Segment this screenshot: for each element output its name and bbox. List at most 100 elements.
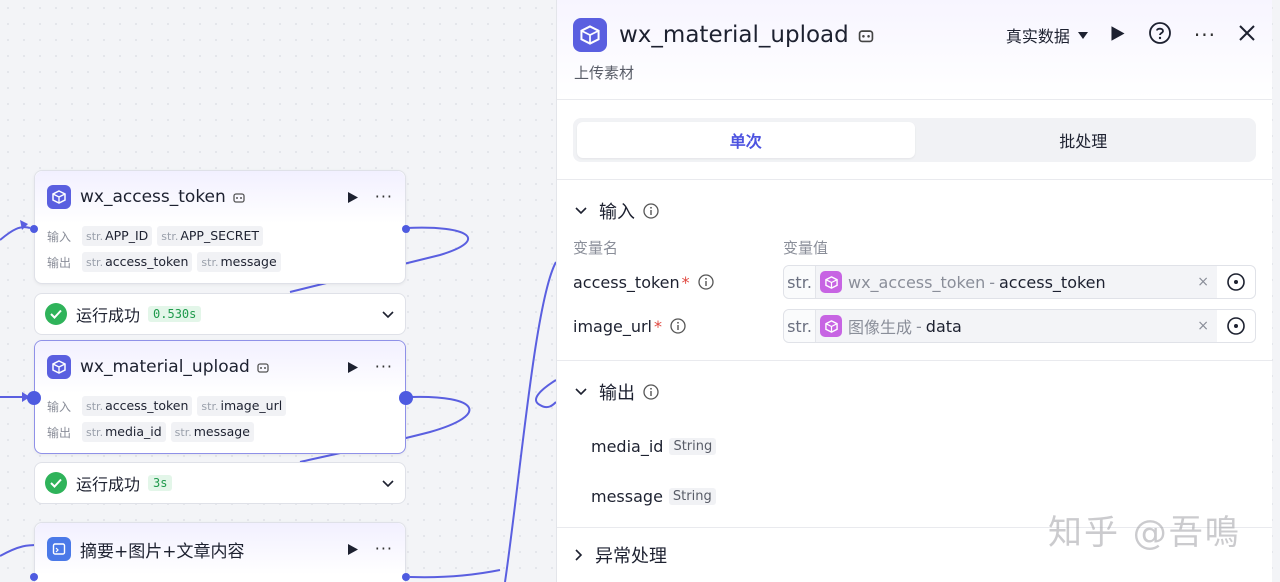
required-mark: * [654, 316, 662, 336]
robot-icon [858, 30, 874, 43]
output-chip: str. media_id [82, 422, 166, 442]
section-title: 异常处理 [595, 546, 667, 567]
node-header: wx_material_upload ··· [35, 341, 405, 393]
close-icon[interactable] [1238, 24, 1256, 46]
clear-reference-button[interactable]: × [1197, 274, 1209, 290]
data-mode-select[interactable]: 真实数据 [1006, 23, 1088, 47]
run-node-button[interactable] [347, 190, 361, 204]
output-section-header[interactable]: 输出 [557, 369, 1272, 415]
help-icon[interactable] [1148, 21, 1172, 49]
target-select-icon[interactable] [1217, 266, 1255, 298]
reference-key: data [925, 316, 962, 336]
duration-badge: 3s [148, 475, 173, 491]
node-config-panel: wx_material_upload 真实数据 ··· 上传素材 单次 批处理 … [556, 0, 1272, 582]
input-section-header[interactable]: 输入 [557, 188, 1272, 234]
variable-columns-header: 变量名 变量值 [557, 234, 1272, 260]
input-chip: str. access_token [82, 396, 193, 416]
column-value-label: 变量值 [783, 238, 829, 257]
chevron-down-icon[interactable] [575, 207, 587, 215]
output-label: 输出 [47, 425, 72, 440]
chevron-down-icon[interactable] [575, 388, 587, 396]
chevron-right-icon[interactable] [575, 549, 583, 561]
output-chip: str. message [197, 252, 281, 272]
input-chip: str. image_url [197, 396, 287, 416]
output-name: media_id [591, 436, 664, 456]
input-port[interactable] [30, 573, 38, 581]
input-label: 输入 [47, 399, 72, 414]
output-port[interactable] [399, 391, 413, 405]
output-port[interactable] [402, 573, 410, 581]
success-check-icon [45, 303, 67, 325]
watermark: 知乎 @吾鳴 [1048, 513, 1241, 553]
reference-separator: - [989, 272, 995, 292]
chevron-down-icon[interactable] [381, 307, 395, 321]
run-mode-tabs-wrap: 单次 批处理 [557, 100, 1272, 180]
target-select-icon[interactable] [1217, 310, 1255, 342]
reference-separator: - [916, 316, 922, 336]
output-chip: str. message [170, 422, 254, 442]
data-mode-label: 真实数据 [1005, 27, 1070, 46]
node-output-row: 输出 str. access_token str. message [35, 249, 405, 275]
panel-title: wx_material_upload [619, 22, 849, 48]
status-text: 运行成功 [76, 475, 141, 494]
node-title: 摘要+图片+文章内容 [80, 541, 245, 562]
status-text: 运行成功 [76, 306, 141, 325]
more-options-icon[interactable]: ··· [375, 541, 393, 557]
more-options-icon[interactable]: ··· [375, 359, 393, 375]
more-options-icon[interactable]: ··· [375, 189, 393, 205]
output-row-media-id: media_id String [557, 421, 1272, 471]
plugin-cube-icon [820, 271, 842, 293]
run-status-bar[interactable]: 运行成功 0.530s [34, 293, 406, 335]
plugin-cube-icon [47, 355, 71, 379]
type-selector[interactable]: str. [784, 266, 816, 298]
info-icon[interactable] [698, 274, 714, 290]
info-icon[interactable] [670, 318, 686, 334]
reference-key: access_token [999, 272, 1106, 292]
clear-reference-button[interactable]: × [1197, 318, 1209, 334]
chevron-down-icon[interactable] [381, 476, 395, 490]
info-icon[interactable] [643, 203, 659, 219]
robot-icon [257, 363, 269, 373]
variable-value-field[interactable]: str. 图像生成 - data × [783, 309, 1256, 343]
variable-row-access-token: access_token * str. wx_access_token - ac… [557, 260, 1272, 304]
node-input-row: 输入 str. APP_ID str. APP_SECRET [35, 223, 405, 249]
more-options-icon[interactable]: ··· [1194, 25, 1216, 45]
info-icon[interactable] [643, 384, 659, 400]
node-title: wx_material_upload [80, 357, 250, 377]
output-name: message [591, 486, 663, 506]
input-label: 输入 [47, 229, 72, 244]
run-node-button[interactable] [347, 542, 361, 556]
run-status-bar[interactable]: 运行成功 3s [34, 462, 406, 504]
output-type-badge: String [668, 487, 716, 505]
caret-down-icon [1077, 31, 1088, 39]
code-node-icon [47, 537, 71, 561]
node-wx-material-upload[interactable]: wx_material_upload ··· 输入 str. access_tok… [27, 340, 413, 454]
variable-name: image_url [573, 316, 652, 336]
run-mode-tabs: 单次 批处理 [573, 118, 1256, 162]
run-node-button[interactable] [347, 360, 361, 374]
plugin-cube-icon [573, 18, 607, 52]
tab-single[interactable]: 单次 [577, 122, 915, 158]
input-chip: str. APP_SECRET [157, 226, 263, 246]
node-wx-access-token[interactable]: wx_access_token ··· 输入 str. APP_ID str. AP… [30, 170, 410, 284]
node-output-row: 输出 str. media_id str. message [35, 419, 405, 445]
plugin-cube-icon [47, 185, 71, 209]
section-title: 输入 [599, 202, 635, 223]
tab-batch[interactable]: 批处理 [915, 122, 1253, 158]
panel-header: wx_material_upload 真实数据 ··· 上传素材 [557, 0, 1272, 100]
plugin-cube-icon [820, 315, 842, 337]
type-selector[interactable]: str. [784, 310, 816, 342]
section-title: 输出 [599, 383, 635, 404]
input-port[interactable] [27, 391, 41, 405]
variable-value-field[interactable]: str. wx_access_token - access_token × [783, 265, 1256, 299]
node-header: wx_access_token ··· [35, 171, 405, 223]
output-type-badge: String [669, 437, 717, 455]
input-port[interactable] [30, 225, 38, 233]
variable-row-image-url: image_url * str. 图像生成 - data × [557, 304, 1272, 348]
node-summary-article[interactable]: 摘要+图片+文章内容 ··· [30, 522, 410, 582]
success-check-icon [45, 472, 67, 494]
output-port[interactable] [402, 225, 410, 233]
robot-icon [233, 193, 245, 203]
run-panel-button[interactable] [1110, 25, 1126, 46]
panel-description: 上传素材 [574, 64, 635, 82]
